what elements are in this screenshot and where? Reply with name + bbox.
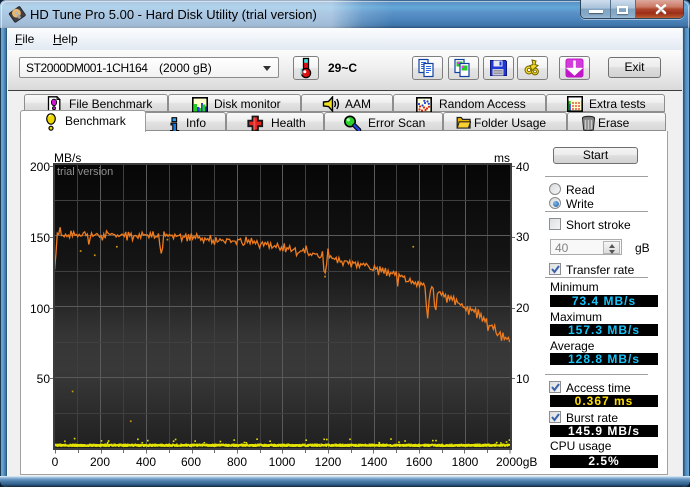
svg-text:trial version: trial version: [57, 166, 113, 178]
